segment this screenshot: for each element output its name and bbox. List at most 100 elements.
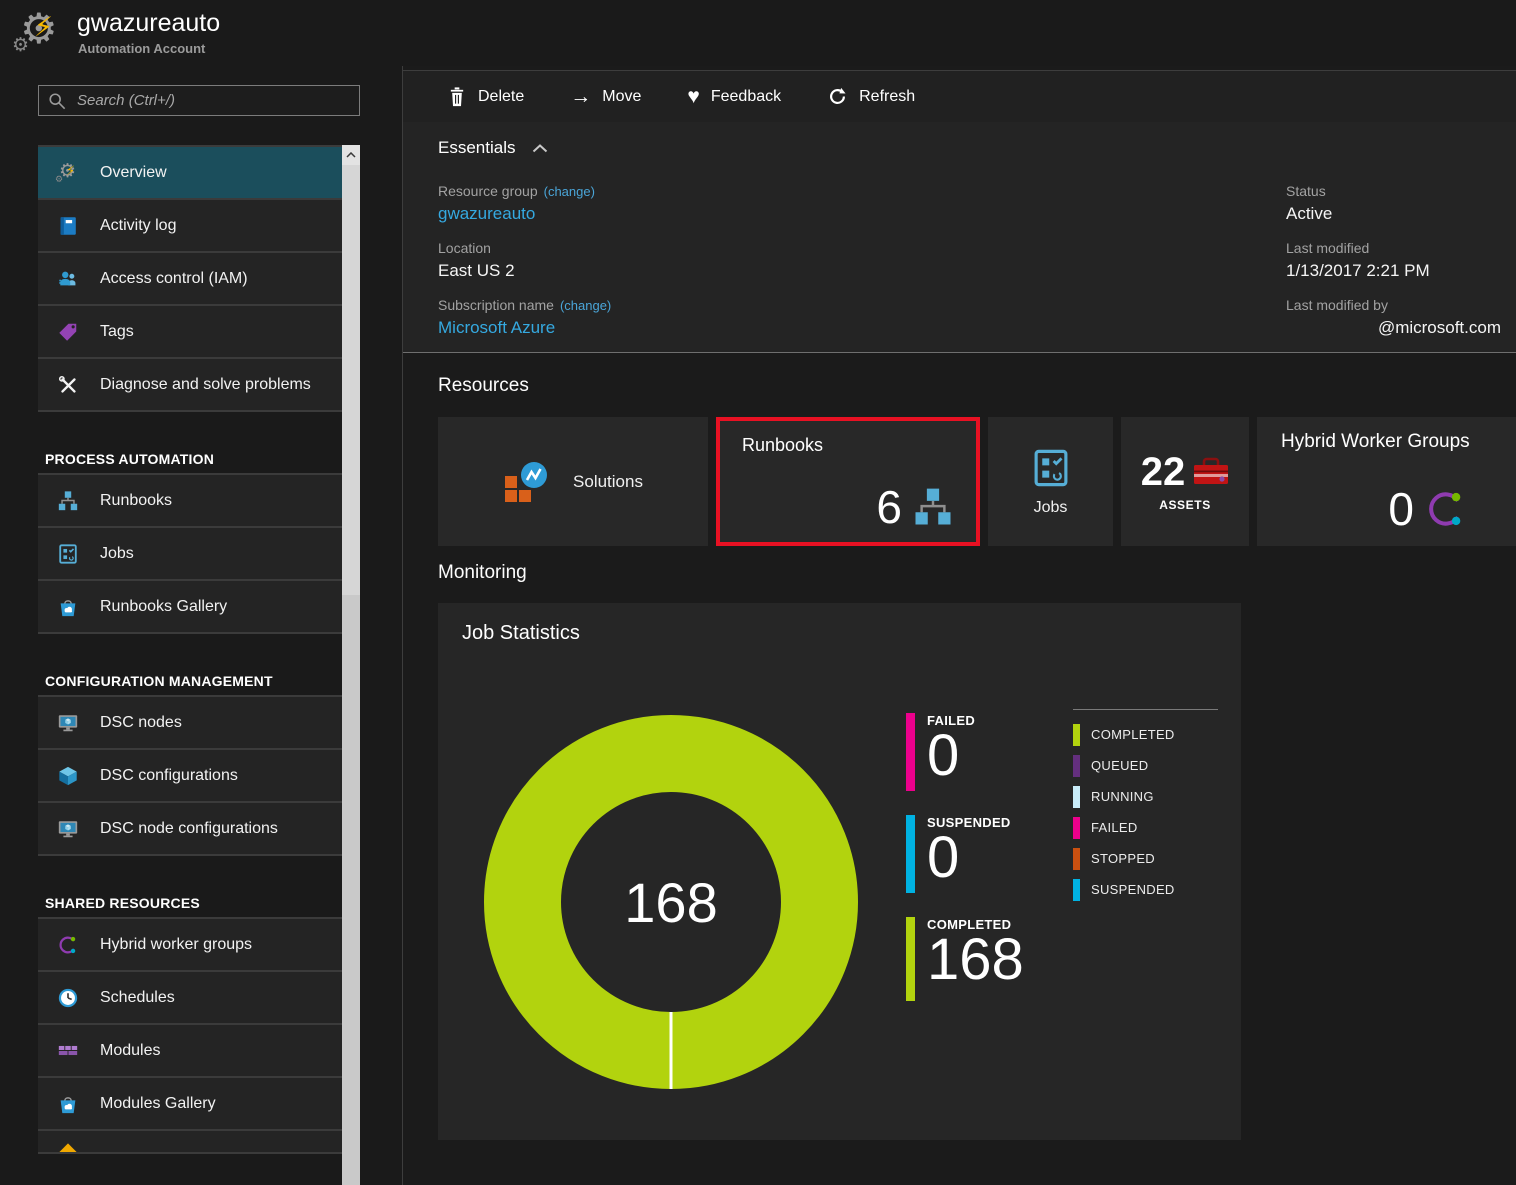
sidebar-item-dsc-node-configurations[interactable]: DSC node configurations (38, 801, 342, 854)
tile-label: ASSETS (1159, 498, 1211, 512)
legend-swatch (1073, 724, 1080, 746)
cube-icon (55, 763, 81, 789)
jobs-tile[interactable]: Jobs (988, 417, 1113, 546)
search-input[interactable]: Search (Ctrl+/) (38, 85, 360, 116)
sidebar-item-label: Access control (IAM) (100, 270, 248, 288)
sidebar-item-access-control[interactable]: Access control (IAM) (38, 251, 342, 304)
hybrid-worker-groups-tile[interactable]: Hybrid Worker Groups 0 (1257, 417, 1516, 546)
resource-group-link[interactable]: gwazureauto (438, 201, 858, 226)
sidebar-item-modules-gallery[interactable]: Modules Gallery (38, 1076, 342, 1129)
assets-tile[interactable]: 22 ASSETS (1121, 417, 1249, 546)
sidebar-item-diagnose[interactable]: Diagnose and solve problems (38, 357, 342, 410)
feedback-label: Feedback (711, 88, 781, 106)
dsc-node-config-icon (55, 816, 81, 842)
legend-item: COMPLETED (1073, 719, 1218, 750)
stat-value: 0 (927, 830, 1011, 885)
field-status: Status Active (1286, 182, 1501, 226)
job-statistics-donut-chart: 168 (484, 715, 858, 1089)
change-link[interactable]: (change) (560, 298, 611, 313)
sidebar-item-runbooks[interactable]: Runbooks (38, 473, 342, 526)
hybrid-worker-icon (55, 932, 81, 958)
feedback-button[interactable]: ♥ Feedback (687, 86, 781, 107)
sidebar-item-label: DSC node configurations (100, 820, 278, 838)
automation-account-icon: ⚙⚙⚡ (12, 4, 70, 62)
sidebar-item-label: Runbooks (100, 492, 172, 510)
refresh-button[interactable]: Refresh (827, 86, 915, 107)
last-modified-by-value: @microsoft.com (1286, 315, 1501, 340)
stat-bar (906, 815, 915, 893)
runbooks-count: 6 (876, 484, 902, 530)
sidebar: Search (Ctrl+/) ⚙⚙⚡ Overview Activity lo… (0, 66, 402, 1185)
legend-item: QUEUED (1073, 750, 1218, 781)
sidebar-item-jobs[interactable]: Jobs (38, 526, 342, 579)
sidebar-item-label: Runbooks Gallery (100, 598, 227, 616)
legend-label: RUNNING (1091, 789, 1154, 804)
sidebar-item-dsc-configurations[interactable]: DSC configurations (38, 748, 342, 801)
jobs-icon (55, 541, 81, 567)
field-label: Last modified by (1286, 296, 1501, 315)
change-link[interactable]: (change) (544, 184, 595, 199)
blade-header: ⚙⚙⚡ gwazureauto Automation Account (0, 0, 1516, 66)
stat-suspended: SUSPENDED 0 (906, 815, 1011, 893)
partial-item-icon (55, 1135, 81, 1152)
sidebar-item-schedules[interactable]: Schedules (38, 970, 342, 1023)
field-last-modified: Last modified 1/13/2017 2:21 PM (1286, 239, 1501, 283)
sidebar-item-label: DSC nodes (100, 714, 182, 732)
sidebar-item-dsc-nodes[interactable]: DSC nodes (38, 695, 342, 748)
activity-log-icon (55, 213, 81, 239)
chevron-up-icon (532, 144, 548, 153)
menu-group-shared-resources: Hybrid worker groups Schedules Modules (38, 917, 342, 1154)
tile-title: Hybrid Worker Groups (1281, 431, 1516, 453)
sidebar-item-partial[interactable] (38, 1129, 342, 1152)
field-location: Location East US 2 (438, 239, 858, 283)
tile-label: Jobs (1034, 499, 1068, 517)
legend-label: COMPLETED (1091, 727, 1175, 742)
sidebar-item-modules[interactable]: Modules (38, 1023, 342, 1076)
stat-value: 0 (927, 728, 975, 783)
legend-label: STOPPED (1091, 851, 1155, 866)
gallery-bag-icon (55, 594, 81, 620)
toolbox-icon (1193, 457, 1229, 487)
field-label: Last modified (1286, 239, 1501, 258)
sidebar-section-process-automation: PROCESS AUTOMATION (38, 439, 342, 473)
sidebar-item-overview[interactable]: ⚙⚙⚡ Overview (38, 145, 342, 198)
resources-heading: Resources (438, 375, 529, 397)
dsc-nodes-icon (55, 710, 81, 736)
legend-item: STOPPED (1073, 843, 1218, 874)
command-bar: Delete → Move ♥ Feedback Refresh (403, 70, 1516, 123)
job-statistics-tile[interactable]: Job Statistics 168 FAILED 0 (438, 603, 1241, 1140)
field-last-modified-by: Last modified by @microsoft.com (1286, 296, 1501, 340)
delete-button[interactable]: Delete (447, 86, 524, 108)
diagnose-tools-icon (55, 372, 81, 398)
sidebar-item-runbooks-gallery[interactable]: Runbooks Gallery (38, 579, 342, 632)
trash-icon (447, 86, 467, 108)
scroll-up-button[interactable] (342, 145, 360, 165)
runbooks-icon (912, 486, 954, 528)
essentials-left-column: Resource group(change) gwazureauto Locat… (438, 182, 858, 353)
main-pane: Delete → Move ♥ Feedback Refresh Essenti… (402, 66, 1516, 1185)
sidebar-item-tags[interactable]: Tags (38, 304, 342, 357)
legend-swatch (1073, 848, 1080, 870)
legend-label: SUSPENDED (1091, 882, 1175, 897)
sidebar-scrollbar[interactable] (342, 145, 360, 1185)
sidebar-item-activity-log[interactable]: Activity log (38, 198, 342, 251)
menu-group-process-automation: Runbooks Jobs Runbooks Gallery (38, 473, 342, 634)
automation-icon: ⚙⚙⚡ (55, 160, 81, 186)
stat-bar (906, 917, 915, 1001)
subscription-link[interactable]: Microsoft Azure (438, 315, 858, 340)
resources-tiles: Solutions Runbooks 6 Jobs (438, 417, 1516, 546)
sidebar-item-hybrid-worker-groups[interactable]: Hybrid worker groups (38, 917, 342, 970)
runbooks-tile-highlighted[interactable]: Runbooks 6 (716, 417, 980, 546)
monitoring-heading: Monitoring (438, 562, 527, 584)
sidebar-item-label: Diagnose and solve problems (100, 376, 311, 394)
solutions-icon (503, 460, 555, 504)
scrollbar-thumb[interactable] (342, 165, 360, 595)
essentials-toggle[interactable]: Essentials (438, 138, 548, 158)
sidebar-item-label: Activity log (100, 217, 176, 235)
runbooks-icon (55, 488, 81, 514)
solutions-tile[interactable]: Solutions (438, 417, 708, 546)
chart-legend: COMPLETED QUEUED RUNNING FAILED (1073, 709, 1218, 905)
field-label: Status (1286, 182, 1501, 201)
field-label: Location (438, 239, 858, 258)
move-button[interactable]: → Move (570, 86, 641, 107)
